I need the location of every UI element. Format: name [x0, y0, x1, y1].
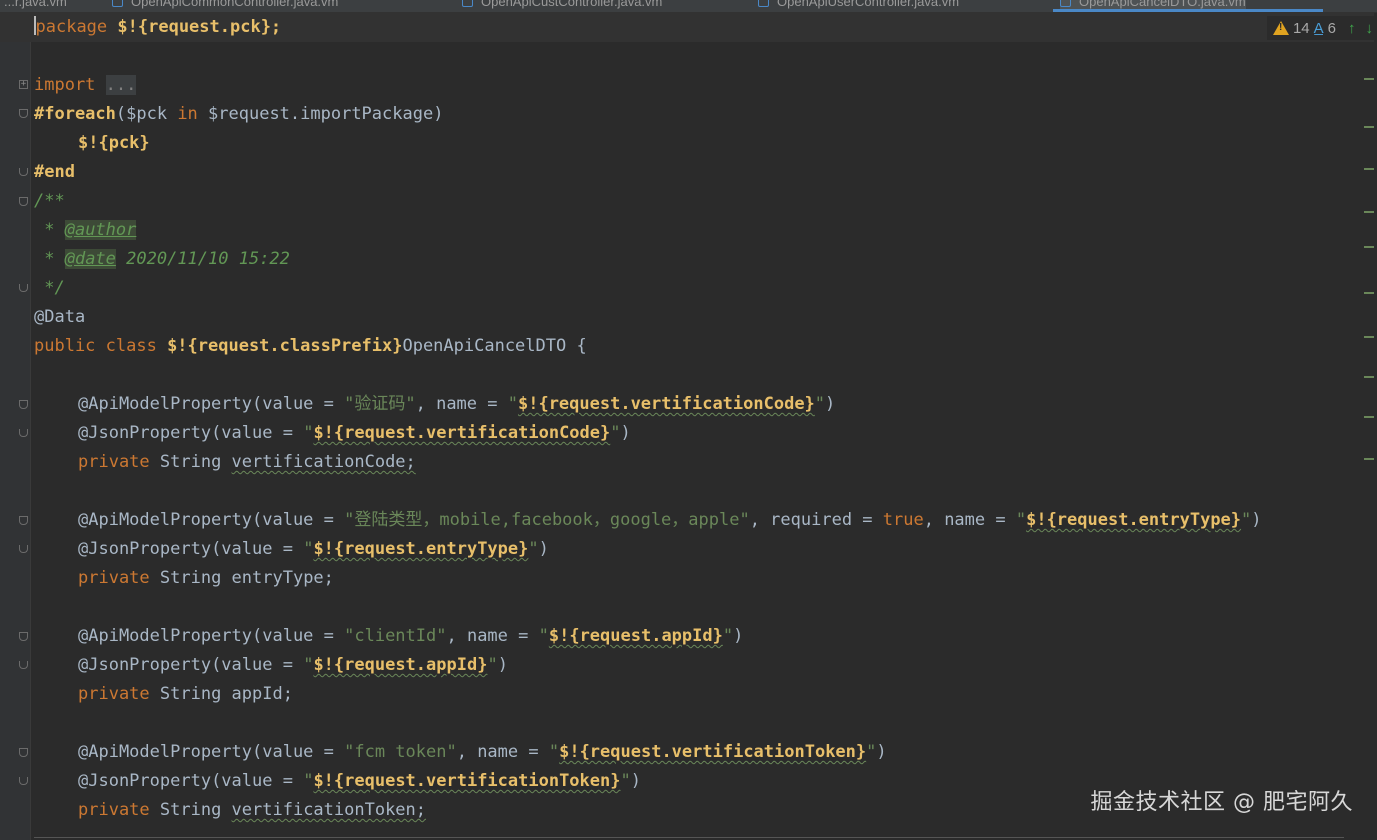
stripe-marker[interactable]: [1364, 211, 1374, 213]
code-line-field-decl[interactable]: private String vertificationCode;: [78, 448, 416, 477]
code-line-api-property[interactable]: @ApiModelProperty(value = "fcm token", n…: [78, 738, 887, 767]
stripe-marker[interactable]: [1364, 246, 1374, 248]
warning-count: 14: [1292, 19, 1310, 37]
code-line-foreach[interactable]: #foreach($pck in $request.importPackage): [34, 100, 443, 129]
code-line-import[interactable]: import ...: [34, 71, 137, 100]
code-line-doc-date[interactable]: * @date 2020/11/10 15:22: [34, 245, 290, 274]
stripe-marker[interactable]: [1364, 168, 1374, 170]
inspection-status[interactable]: 14 A̲ 6 ↑ ↓: [1266, 16, 1377, 40]
code-line-package[interactable]: package $!{request.pck};: [0, 13, 1374, 42]
fold-icon[interactable]: [19, 284, 28, 292]
collapsed-imports[interactable]: ...: [105, 75, 137, 95]
fold-icon[interactable]: [19, 777, 28, 785]
fold-icon[interactable]: [19, 168, 28, 176]
fold-icon[interactable]: [19, 400, 28, 409]
fold-icon[interactable]: [19, 661, 28, 669]
file-icon: [1060, 0, 1071, 7]
tab-user-controller[interactable]: OpenApiUserController.java.vm: [758, 0, 959, 12]
watermark: 掘金技术社区 @ 肥宅阿久: [1090, 790, 1353, 815]
typo-icon: A̲: [1313, 19, 1324, 37]
code-line-field-decl[interactable]: private String appId;: [78, 680, 293, 709]
tab-prev-file[interactable]: ...r.java.vm: [4, 0, 67, 12]
code-line-json-property[interactable]: @JsonProperty(value = "$!{request.vertif…: [78, 767, 641, 796]
active-tab-indicator: [1053, 9, 1323, 12]
file-icon: [758, 0, 769, 7]
fold-icon[interactable]: [19, 429, 28, 437]
stripe-marker[interactable]: [1364, 336, 1374, 338]
fold-icon[interactable]: [19, 109, 28, 118]
file-icon: [462, 0, 473, 7]
code-line-field-decl[interactable]: private String vertificationToken;: [78, 796, 426, 825]
code-line-end[interactable]: #end: [34, 158, 75, 187]
warning-icon: [1272, 21, 1289, 35]
arrow-up-icon[interactable]: ↑: [1348, 20, 1356, 37]
stripe-marker[interactable]: [1364, 376, 1374, 378]
typo-count: 6: [1327, 19, 1336, 37]
fold-icon[interactable]: +: [19, 80, 28, 89]
gutter-separator: [30, 13, 31, 840]
fold-icon[interactable]: [19, 516, 28, 525]
code-line-field-decl[interactable]: private String entryType;: [78, 564, 334, 593]
stripe-marker[interactable]: [1364, 126, 1374, 128]
code-line-foreach-body[interactable]: $!{pck}: [78, 129, 150, 158]
fold-icon[interactable]: [19, 545, 28, 553]
arrow-down-icon[interactable]: ↓: [1366, 20, 1374, 37]
fold-icon[interactable]: [19, 748, 28, 757]
editor-bottom-border: [34, 837, 1344, 838]
code-line-doc-author[interactable]: * @author: [34, 216, 137, 245]
code-line-json-property[interactable]: @JsonProperty(value = "$!{request.vertif…: [78, 419, 631, 448]
file-icon: [112, 0, 123, 7]
stripe-marker[interactable]: [1364, 78, 1374, 80]
code-line-api-property[interactable]: @ApiModelProperty(value = "登陆类型，mobile,f…: [78, 506, 1262, 535]
code-line-json-property[interactable]: @JsonProperty(value = "$!{request.appId}…: [78, 651, 508, 680]
editor-tab-bar: ...r.java.vm OpenApiCommonController.jav…: [0, 0, 1377, 13]
error-stripe[interactable]: [1361, 46, 1377, 840]
fold-icon[interactable]: [19, 197, 28, 206]
editor-gutter: [0, 13, 30, 840]
code-line-doc-open[interactable]: /**: [34, 187, 65, 216]
code-line-class-decl[interactable]: public class $!{request.classPrefix}Open…: [34, 332, 587, 361]
code-line-doc-close[interactable]: */: [34, 274, 64, 303]
stripe-marker[interactable]: [1364, 292, 1374, 294]
tab-cust-controller[interactable]: OpenApiCustController.java.vm: [462, 0, 662, 12]
code-line-data-annotation[interactable]: @Data: [34, 303, 85, 332]
fold-icon[interactable]: [19, 632, 28, 641]
stripe-marker[interactable]: [1364, 416, 1374, 418]
code-line-api-property[interactable]: @ApiModelProperty(value = "验证码", name = …: [78, 390, 835, 419]
tab-common-controller[interactable]: OpenApiCommonController.java.vm: [112, 0, 338, 12]
code-line-api-property[interactable]: @ApiModelProperty(value = "clientId", na…: [78, 622, 743, 651]
stripe-marker[interactable]: [1364, 458, 1374, 460]
code-line-json-property[interactable]: @JsonProperty(value = "$!{request.entryT…: [78, 535, 549, 564]
